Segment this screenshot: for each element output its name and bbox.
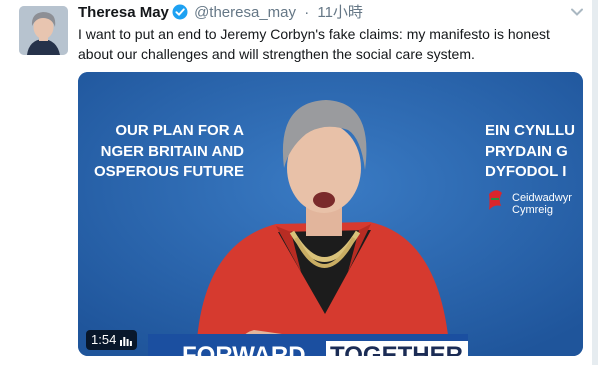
avatar-image xyxy=(19,6,68,55)
video-player[interactable]: OUR PLAN FOR A NGER BRITAIN AND OSPEROUS… xyxy=(78,72,583,356)
slogan-right-line-1: EIN CYNLLU xyxy=(485,122,575,139)
banner-word-2: TOGETHER xyxy=(330,342,463,356)
party-name-line-2: Cymreig xyxy=(512,204,553,216)
tweet-header: Theresa May @theresa_may · 11小時 xyxy=(78,3,363,23)
scroll-edge xyxy=(592,0,598,365)
party-name-line-1: Ceidwadwyr xyxy=(512,192,572,204)
banner-word-1: FORWARD xyxy=(182,342,306,356)
podium-banner: FORWARD TOGETHER xyxy=(148,334,468,356)
slogan-right-line-3: DYFODOL I xyxy=(485,163,566,180)
slogan-right-line-2: PRYDAIN G xyxy=(485,143,568,160)
audio-bars-icon xyxy=(120,337,133,346)
tweet-text: I want to put an end to Jeremy Corbyn's … xyxy=(78,26,550,62)
slogan-left-line-2: NGER BRITAIN AND xyxy=(101,143,244,160)
tweet-card[interactable]: Theresa May @theresa_may · 11小時 I want t… xyxy=(0,0,598,365)
verified-badge-icon xyxy=(172,4,188,20)
author-handle[interactable]: @theresa_may xyxy=(194,4,296,21)
tweet-timestamp[interactable]: 11小時 xyxy=(317,4,363,21)
author-name[interactable]: Theresa May xyxy=(78,4,169,21)
slogan-left-line-3: OSPEROUS FUTURE xyxy=(94,163,244,180)
video-duration-badge: 1:54 xyxy=(86,330,138,350)
avatar[interactable] xyxy=(19,6,68,55)
video-frame: OUR PLAN FOR A NGER BRITAIN AND OSPEROUS… xyxy=(78,72,583,356)
video-duration: 1:54 xyxy=(91,332,117,347)
separator-dot: · xyxy=(304,4,310,21)
chevron-down-icon[interactable] xyxy=(570,5,584,19)
slogan-left-line-1: OUR PLAN FOR A xyxy=(115,122,244,139)
